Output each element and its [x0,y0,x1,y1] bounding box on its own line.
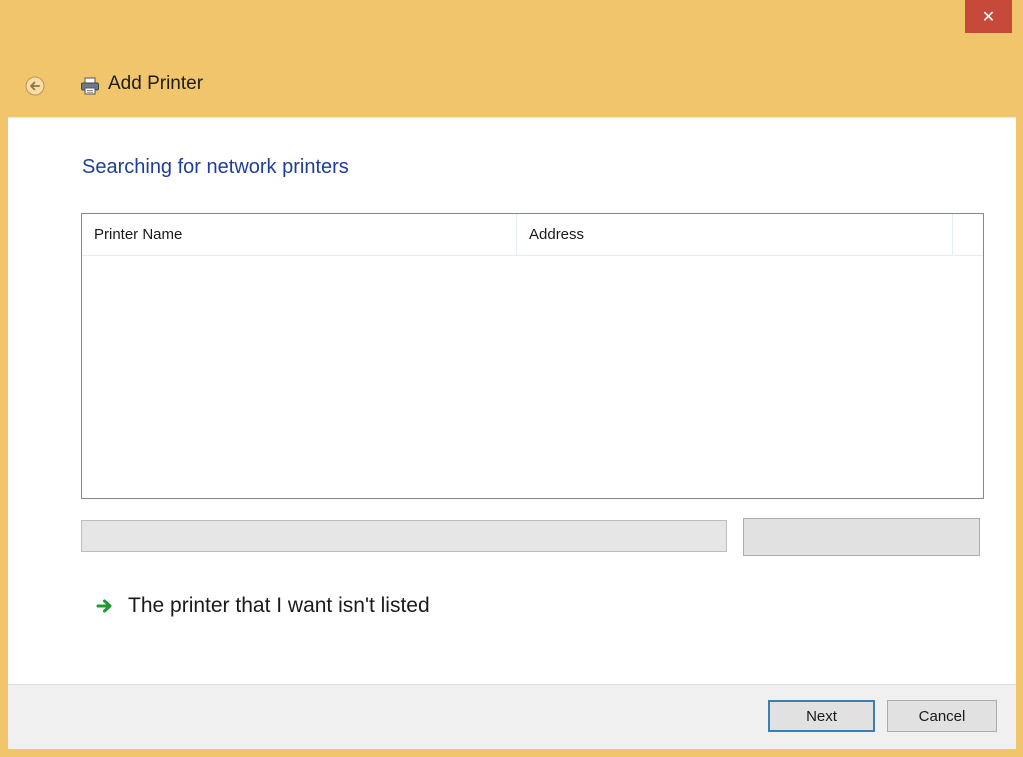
close-icon: ✕ [981,8,996,26]
back-arrow-icon [25,76,45,96]
printer-not-listed-link[interactable]: The printer that I want isn't listed [96,594,430,618]
printer-icon [80,76,100,96]
window-title: Add Printer [108,73,204,94]
green-arrow-icon [96,599,112,613]
printer-not-listed-text: The printer that I want isn't listed [128,594,430,617]
next-button[interactable]: Next [768,700,875,732]
column-header-printer-name[interactable]: Printer Name [82,214,517,255]
wizard-footer: Next Cancel [8,684,1016,749]
add-printer-window: ✕ Add Printer Searching for network prin… [0,0,1023,757]
stop-button[interactable] [743,518,980,556]
title-bar: Add Printer [0,60,1023,110]
column-header-extra[interactable] [953,214,983,255]
list-header: Printer Name Address [82,214,983,256]
printer-list[interactable]: Printer Name Address [81,213,984,499]
column-header-address[interactable]: Address [517,214,953,255]
search-progress-bar [81,520,727,552]
close-button[interactable]: ✕ [965,0,1012,33]
cancel-button[interactable]: Cancel [887,700,997,732]
back-button[interactable] [25,76,45,96]
page-heading: Searching for network printers [82,156,349,178]
wizard-content: Searching for network printers Printer N… [8,117,1016,684]
